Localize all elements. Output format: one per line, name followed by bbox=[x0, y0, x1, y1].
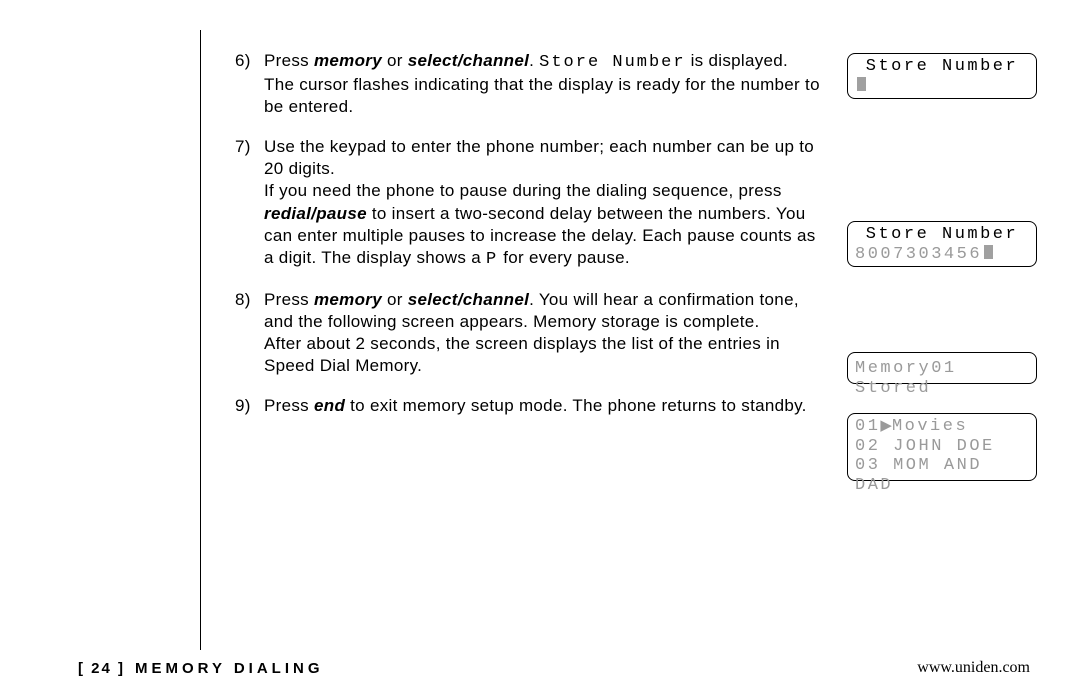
text: is displayed. bbox=[686, 51, 788, 70]
cursor-icon bbox=[984, 245, 993, 259]
step-8: 8) Press memory or select/channel. You w… bbox=[235, 289, 835, 377]
text: Press bbox=[264, 51, 314, 70]
lcd-line: Store Number bbox=[855, 57, 1029, 77]
lcd-screen-memory-list: 01▶Movies 02 JOHN DOE 03 MOM AND DAD bbox=[847, 413, 1037, 481]
lcd-text-inline: P bbox=[486, 250, 498, 269]
text: Press bbox=[264, 396, 314, 415]
text: Press bbox=[264, 290, 314, 309]
section-title: MEMORY DIALING bbox=[135, 660, 324, 677]
key-redial-pause: redial/pause bbox=[264, 204, 367, 223]
page-footer: [ 24 ] MEMORY DIALING www.uniden.com bbox=[0, 649, 1080, 677]
page-number: [ 24 ] bbox=[78, 660, 125, 677]
step-number: 6) bbox=[235, 50, 259, 72]
step-number: 7) bbox=[235, 136, 259, 158]
step-number: 8) bbox=[235, 289, 259, 311]
text: . bbox=[529, 51, 539, 70]
instruction-body: 6) Press memory or select/channel. Store… bbox=[235, 50, 835, 435]
lcd-line: 03 MOM AND DAD bbox=[855, 456, 1029, 495]
text: for every pause. bbox=[498, 248, 630, 267]
lcd-text-inline: Store Number bbox=[539, 53, 685, 72]
lcd-screen-memory-stored: Memory01 Stored bbox=[847, 352, 1037, 384]
key-select-channel: select/channel bbox=[408, 51, 529, 70]
url: www.uniden.com bbox=[917, 659, 1030, 677]
step-6: 6) Press memory or select/channel. Store… bbox=[235, 50, 835, 118]
text: The cursor flashes indicating that the d… bbox=[264, 75, 820, 116]
text: If you need the phone to pause during th… bbox=[264, 181, 782, 200]
arrow-right-icon: ▶ bbox=[880, 417, 892, 434]
lcd-line: 02 JOHN DOE bbox=[855, 437, 1029, 457]
lcd-line: 8007303456 bbox=[855, 245, 1029, 265]
lcd-line: Store Number bbox=[855, 225, 1029, 245]
text: or bbox=[382, 290, 408, 309]
text: to exit memory setup mode. The phone ret… bbox=[345, 396, 807, 415]
step-9: 9) Press end to exit memory setup mode. … bbox=[235, 395, 835, 417]
section-divider bbox=[200, 30, 201, 650]
key-end: end bbox=[314, 396, 345, 415]
key-memory: memory bbox=[314, 290, 382, 309]
text: or bbox=[382, 51, 408, 70]
step-number: 9) bbox=[235, 395, 259, 417]
text: Use the keypad to enter the phone number… bbox=[264, 137, 814, 178]
lcd-screen-store-number-filled: Store Number 8007303456 bbox=[847, 221, 1037, 267]
lcd-line: Memory01 Stored bbox=[855, 359, 1029, 398]
cursor-icon bbox=[857, 77, 866, 91]
step-7: 7) Use the keypad to enter the phone num… bbox=[235, 136, 835, 271]
lcd-screen-store-number-empty: Store Number bbox=[847, 53, 1037, 99]
key-select-channel: select/channel bbox=[408, 290, 529, 309]
key-memory: memory bbox=[314, 51, 382, 70]
text: After about 2 seconds, the screen displa… bbox=[264, 334, 780, 375]
lcd-line: 01▶Movies bbox=[855, 417, 1029, 437]
